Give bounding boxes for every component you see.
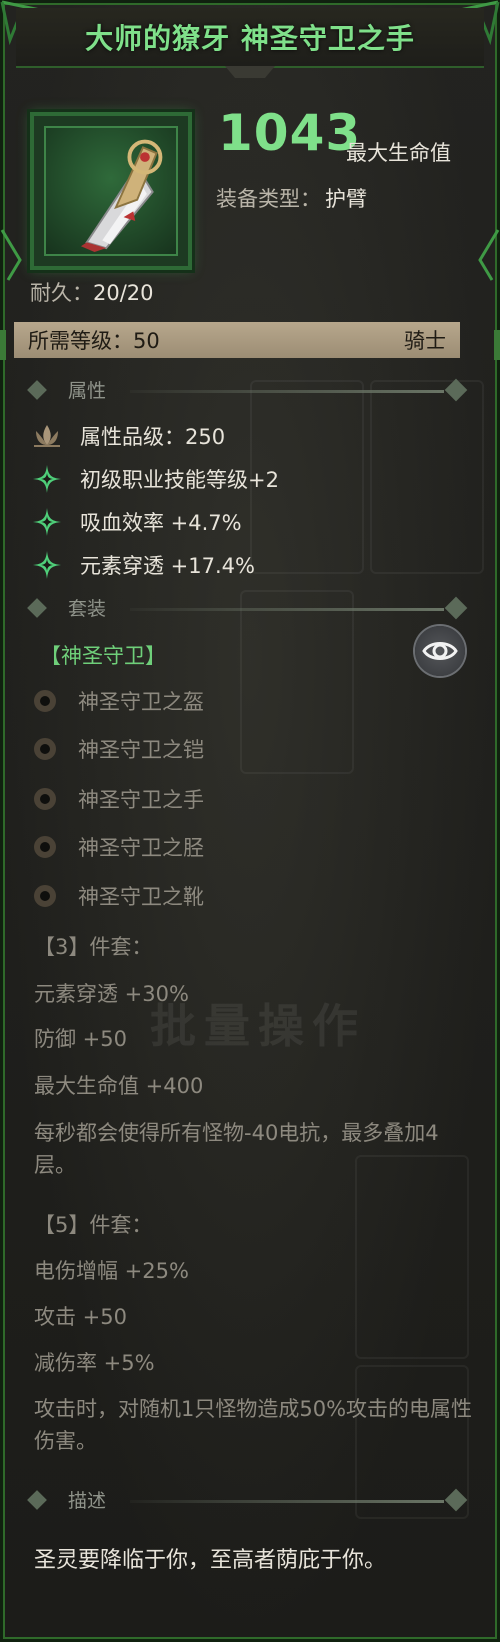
set-bonus-line: 每秒都会使得所有怪物-40电抗，最多叠加4层。 xyxy=(34,1121,439,1177)
side-rail xyxy=(0,330,6,360)
required-level-value: 50 xyxy=(133,329,160,353)
set-piece: 神圣守卫之靴 xyxy=(34,879,204,913)
set-bonus-line: 元素穿透 +30% xyxy=(34,982,189,1006)
set-name: 【神圣守卫】 xyxy=(40,644,166,668)
section-title: 属性 xyxy=(68,380,107,402)
set-piece-name: 神圣守卫之靴 xyxy=(78,885,204,909)
section-title: 描述 xyxy=(68,1490,107,1512)
set-bonus-header: 【3】件套： xyxy=(34,935,153,959)
item-tooltip-panel: 批量操作 大师的獠牙 神圣守卫之手 1043 最大生命值 装备类型： 护臂 耐久… xyxy=(0,0,500,1642)
diamond-icon xyxy=(444,596,468,620)
attribute-text: 属性品级：250 xyxy=(80,425,226,449)
eye-icon xyxy=(422,642,458,660)
attribute-text: 初级职业技能等级+2 xyxy=(80,468,279,492)
equip-type-label: 装备类型： xyxy=(216,187,321,211)
required-level-bar: 所需等级：50 骑士 xyxy=(14,322,460,358)
item-icon-frame xyxy=(30,112,192,270)
set-piece-indicator-icon xyxy=(34,885,56,907)
item-description: 圣灵要降临于你，至高者荫庇于你。 xyxy=(34,1548,387,1573)
durability: 耐久：20/20 xyxy=(30,277,154,307)
attribute-row: 属性品级：250 xyxy=(30,419,225,453)
set-bonus-line: 最大生命值 +400 xyxy=(34,1074,204,1098)
main-stat-value: 1043 xyxy=(218,104,362,162)
required-level: 所需等级：50 xyxy=(28,325,160,355)
section-title: 套装 xyxy=(68,598,107,620)
set-piece-name: 神圣守卫之手 xyxy=(78,788,204,812)
set-piece-indicator-icon xyxy=(34,738,56,760)
set-piece-indicator-icon xyxy=(34,788,56,810)
diamond-icon xyxy=(27,598,47,618)
section-header-description: 描述 xyxy=(27,1486,470,1516)
item-icon-background xyxy=(44,126,178,256)
sparkle-icon xyxy=(33,508,61,536)
divider xyxy=(130,608,444,611)
sparkle-icon xyxy=(33,551,61,579)
eye-toggle-button[interactable] xyxy=(415,626,465,676)
item-title: 大师的獠牙 神圣守卫之手 xyxy=(85,22,415,55)
set-piece: 神圣守卫之手 xyxy=(34,782,204,816)
attribute-row: 初级职业技能等级+2 xyxy=(30,462,279,496)
equip-type: 装备类型： 护臂 xyxy=(216,183,367,213)
diamond-icon xyxy=(27,1490,47,1510)
vine-ornament-icon xyxy=(478,229,500,281)
title-bar: 大师的獠牙 神圣守卫之手 xyxy=(16,8,484,68)
diamond-icon xyxy=(444,1488,468,1512)
set-piece: 神圣守卫之胫 xyxy=(34,830,204,864)
set-bonus-line: 电伤增幅 +25% xyxy=(34,1259,189,1283)
required-level-label: 所需等级： xyxy=(28,329,133,353)
section-header-attributes: 属性 xyxy=(27,376,470,406)
attribute-text: 吸血效率 +4.7% xyxy=(80,511,242,535)
title-notch xyxy=(225,66,275,78)
set-piece: 神圣守卫之盔 xyxy=(34,684,204,718)
set-bonus-header: 【5】件套： xyxy=(34,1213,153,1237)
background-slot xyxy=(370,380,484,574)
set-piece-indicator-icon xyxy=(34,836,56,858)
set-piece-name: 神圣守卫之胫 xyxy=(78,836,204,860)
set-bonus-line: 攻击时，对随机1只怪物造成50%攻击的电属性伤害。 xyxy=(34,1397,473,1453)
required-class: 骑士 xyxy=(404,329,446,353)
attribute-text: 元素穿透 +17.4% xyxy=(80,554,255,578)
durability-label: 耐久： xyxy=(30,281,93,305)
durability-value: 20/20 xyxy=(93,281,154,305)
set-bonus-line: 防御 +50 xyxy=(34,1027,127,1051)
main-stat-label: 最大生命值 xyxy=(346,141,451,165)
bracer-icon xyxy=(80,139,163,253)
divider xyxy=(130,390,444,393)
set-piece-name: 神圣守卫之盔 xyxy=(78,690,204,714)
sparkle-icon xyxy=(33,465,61,493)
side-rail xyxy=(494,330,500,360)
section-header-set: 套装 xyxy=(27,594,470,624)
set-bonus-line: 减伤率 +5% xyxy=(34,1351,155,1375)
lotus-icon xyxy=(34,425,60,447)
set-bonus-line: 攻击 +50 xyxy=(34,1305,127,1329)
attribute-row: 元素穿透 +17.4% xyxy=(30,548,255,582)
set-piece-name: 神圣守卫之铠 xyxy=(78,738,204,762)
equip-type-value: 护臂 xyxy=(325,187,367,211)
diamond-icon xyxy=(444,378,468,402)
divider xyxy=(130,1500,444,1503)
set-piece: 神圣守卫之铠 xyxy=(34,732,204,766)
set-piece-indicator-icon xyxy=(34,690,56,712)
diamond-icon xyxy=(27,380,47,400)
attribute-row: 吸血效率 +4.7% xyxy=(30,505,242,539)
